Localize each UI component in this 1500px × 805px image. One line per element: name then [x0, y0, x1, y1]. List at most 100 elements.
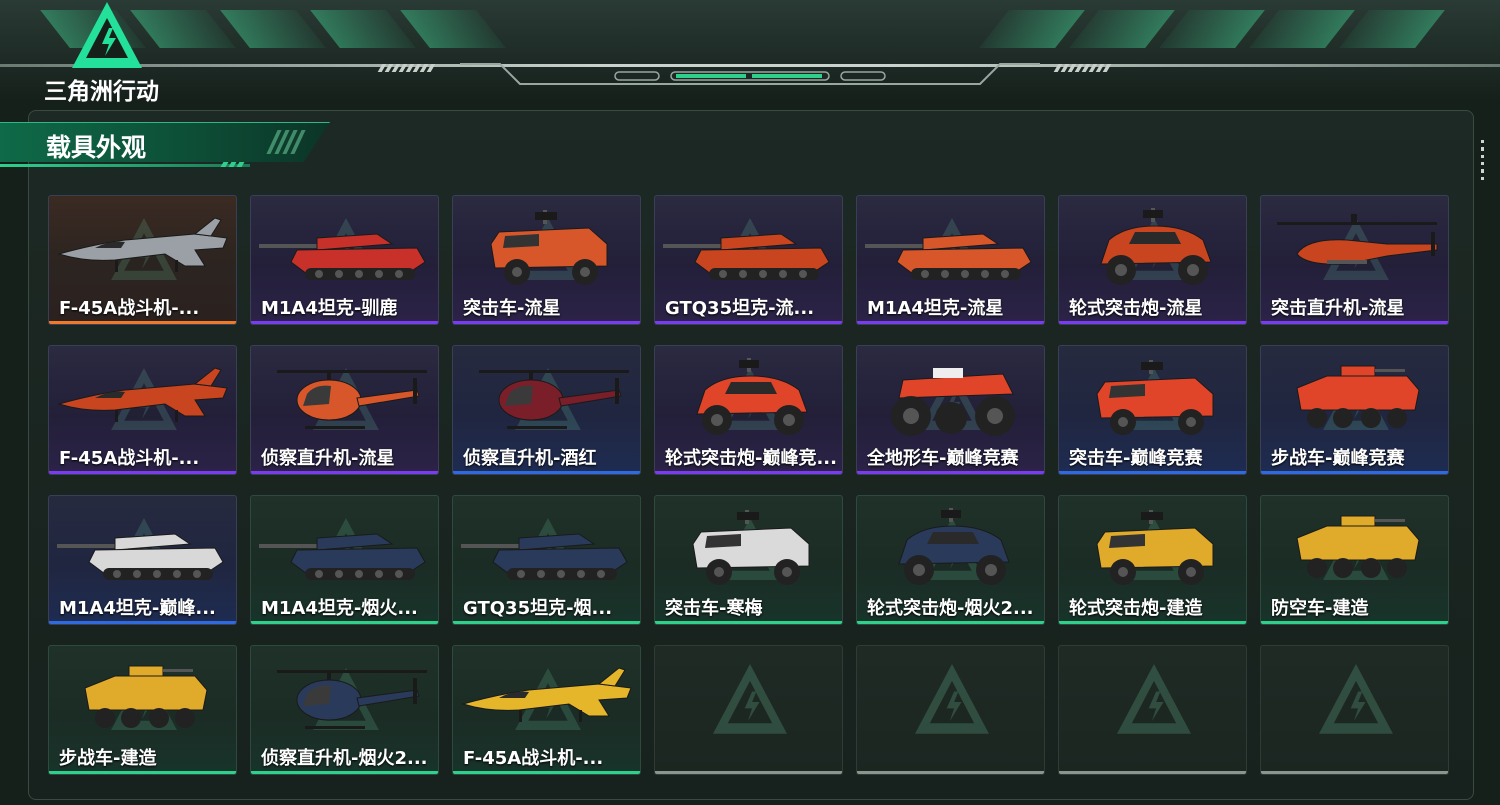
apc-vehicle-image — [1267, 354, 1444, 444]
vehicle-skin-card[interactable]: M1A4坦克-驯鹿 — [250, 195, 439, 325]
mrap-vehicle-image — [1065, 504, 1242, 594]
heli-vehicle-image — [257, 654, 434, 744]
rarity-bar — [49, 771, 236, 774]
vehicle-skin-card[interactable]: M1A4坦克-巅峰... — [48, 495, 237, 625]
vehicle-skin-card[interactable]: GTQ35坦克-烟... — [452, 495, 641, 625]
rarity-bar — [1261, 321, 1448, 324]
vehicle-skin-name: 轮式突击炮-建造 — [1069, 598, 1203, 619]
tank-vehicle-image — [257, 504, 434, 594]
vehicle-skin-name: M1A4坦克-巅峰... — [59, 598, 216, 619]
vehicle-skin-card[interactable]: 步战车-建造 — [48, 645, 237, 775]
vehicle-skin-card[interactable]: M1A4坦克-流星 — [856, 195, 1045, 325]
rarity-bar — [453, 621, 640, 624]
delta-watermark-icon — [915, 664, 989, 744]
rarity-bar — [1059, 621, 1246, 624]
delta-watermark-icon — [1117, 664, 1191, 744]
buggy-vehicle-image — [863, 504, 1040, 594]
logo-text: 三角洲行动 — [44, 79, 159, 105]
vehicle-skin-card[interactable]: 轮式突击炮-建造 — [1058, 495, 1247, 625]
delta-watermark-icon — [1319, 664, 1393, 744]
rarity-bar — [655, 321, 842, 324]
vehicle-skin-card[interactable]: 轮式突击炮-流星 — [1058, 195, 1247, 325]
buggy-vehicle-image — [661, 354, 838, 444]
vehicle-skin-card[interactable]: 轮式突击炮-烟火2... — [856, 495, 1045, 625]
jet-vehicle-image — [55, 354, 232, 444]
vehicle-skin-name: 侦察直升机-酒红 — [463, 448, 597, 469]
scroll-indicator[interactable] — [1481, 140, 1485, 180]
header-decor-right — [979, 10, 1445, 50]
vehicle-skin-name: 侦察直升机-流星 — [261, 448, 395, 469]
rarity-bar — [857, 321, 1044, 324]
apc-vehicle-image — [1267, 504, 1444, 594]
vehicle-skin-name: 突击车-巅峰竞赛 — [1069, 448, 1203, 469]
rarity-bar — [453, 321, 640, 324]
delta-logo-icon — [72, 2, 142, 68]
vehicle-skin-name: GTQ35坦克-烟... — [463, 598, 613, 619]
rarity-bar — [1059, 471, 1246, 474]
top-header: 三角洲行动 — [0, 0, 1500, 105]
header-ticks-right — [1053, 64, 1112, 72]
vehicle-skin-card[interactable]: 突击车-流星 — [452, 195, 641, 325]
rarity-bar — [453, 471, 640, 474]
vehicle-skin-card[interactable]: 防空车-建造 — [1260, 495, 1449, 625]
tank-vehicle-image — [661, 204, 838, 294]
rarity-bar — [1059, 771, 1246, 774]
vehicle-skin-name: M1A4坦克-流星 — [867, 298, 1004, 319]
header-ticks-left — [377, 64, 436, 72]
vehicle-skin-card[interactable]: M1A4坦克-烟火... — [250, 495, 439, 625]
empty-slot — [1260, 645, 1449, 775]
delta-watermark-icon — [713, 664, 787, 744]
vehicle-skin-card[interactable]: GTQ35坦克-流... — [654, 195, 843, 325]
empty-slot — [654, 645, 843, 775]
section-header: 载具外观 — [0, 122, 330, 172]
rarity-bar — [857, 621, 1044, 624]
vehicle-skin-card[interactable]: 侦察直升机-酒红 — [452, 345, 641, 475]
vehicle-grid: F-45A战斗机-... M1A4坦克-驯鹿 突击车-流星 GTQ35坦克-流.… — [48, 195, 1449, 775]
tank-vehicle-image — [55, 504, 232, 594]
rarity-bar — [251, 621, 438, 624]
jet-vehicle-image — [459, 654, 636, 744]
vehicle-skin-card[interactable]: F-45A战斗机-... — [48, 345, 237, 475]
vehicle-skin-card[interactable]: 全地形车-巅峰竞赛 — [856, 345, 1045, 475]
vehicle-skin-card[interactable]: 步战车-巅峰竞赛 — [1260, 345, 1449, 475]
vehicle-skin-card[interactable]: 轮式突击炮-巅峰竞... — [654, 345, 843, 475]
vehicle-skin-card[interactable]: F-45A战斗机-... — [48, 195, 237, 325]
vehicle-skin-card[interactable]: F-45A战斗机-... — [452, 645, 641, 775]
vehicle-skin-name: M1A4坦克-烟火... — [261, 598, 418, 619]
apc-vehicle-image — [55, 654, 232, 744]
heli_attack-vehicle-image — [1267, 204, 1444, 294]
vehicle-skin-name: 防空车-建造 — [1271, 598, 1369, 619]
rarity-bar — [251, 771, 438, 774]
rarity-bar — [857, 771, 1044, 774]
vehicle-skin-name: 步战车-巅峰竞赛 — [1271, 448, 1405, 469]
rarity-bar — [1059, 321, 1246, 324]
vehicle-skin-card[interactable]: 侦察直升机-流星 — [250, 345, 439, 475]
empty-slot — [856, 645, 1045, 775]
vehicle-skin-name: F-45A战斗机-... — [463, 748, 604, 769]
rarity-bar — [251, 321, 438, 324]
vehicle-skin-name: 突击直升机-流星 — [1271, 298, 1405, 319]
vehicle-skin-card[interactable]: 突击直升机-流星 — [1260, 195, 1449, 325]
rarity-bar — [857, 471, 1044, 474]
mrap-vehicle-image — [661, 504, 838, 594]
header-center-frame — [460, 54, 1040, 90]
rarity-bar — [655, 621, 842, 624]
vehicle-skin-card[interactable]: 突击车-寒梅 — [654, 495, 843, 625]
vehicle-skin-card[interactable]: 侦察直升机-烟火2... — [250, 645, 439, 775]
rarity-bar — [251, 471, 438, 474]
heli-vehicle-image — [257, 354, 434, 444]
rarity-bar — [655, 771, 842, 774]
vehicle-skin-card[interactable]: 突击车-巅峰竞赛 — [1058, 345, 1247, 475]
empty-slot — [1058, 645, 1247, 775]
vehicle-skin-name: 步战车-建造 — [59, 748, 157, 769]
atv-vehicle-image — [863, 354, 1040, 444]
vehicle-skin-name: 突击车-寒梅 — [665, 598, 763, 619]
vehicle-skin-name: 轮式突击炮-烟火2... — [867, 598, 1034, 619]
buggy-vehicle-image — [1065, 204, 1242, 294]
vehicle-skin-name: 轮式突击炮-流星 — [1069, 298, 1203, 319]
mrap-vehicle-image — [1065, 354, 1242, 444]
rarity-bar — [49, 471, 236, 474]
vehicle-skin-name: F-45A战斗机-... — [59, 448, 200, 469]
vehicle-skin-name: 突击车-流星 — [463, 298, 561, 319]
rarity-bar — [49, 621, 236, 624]
